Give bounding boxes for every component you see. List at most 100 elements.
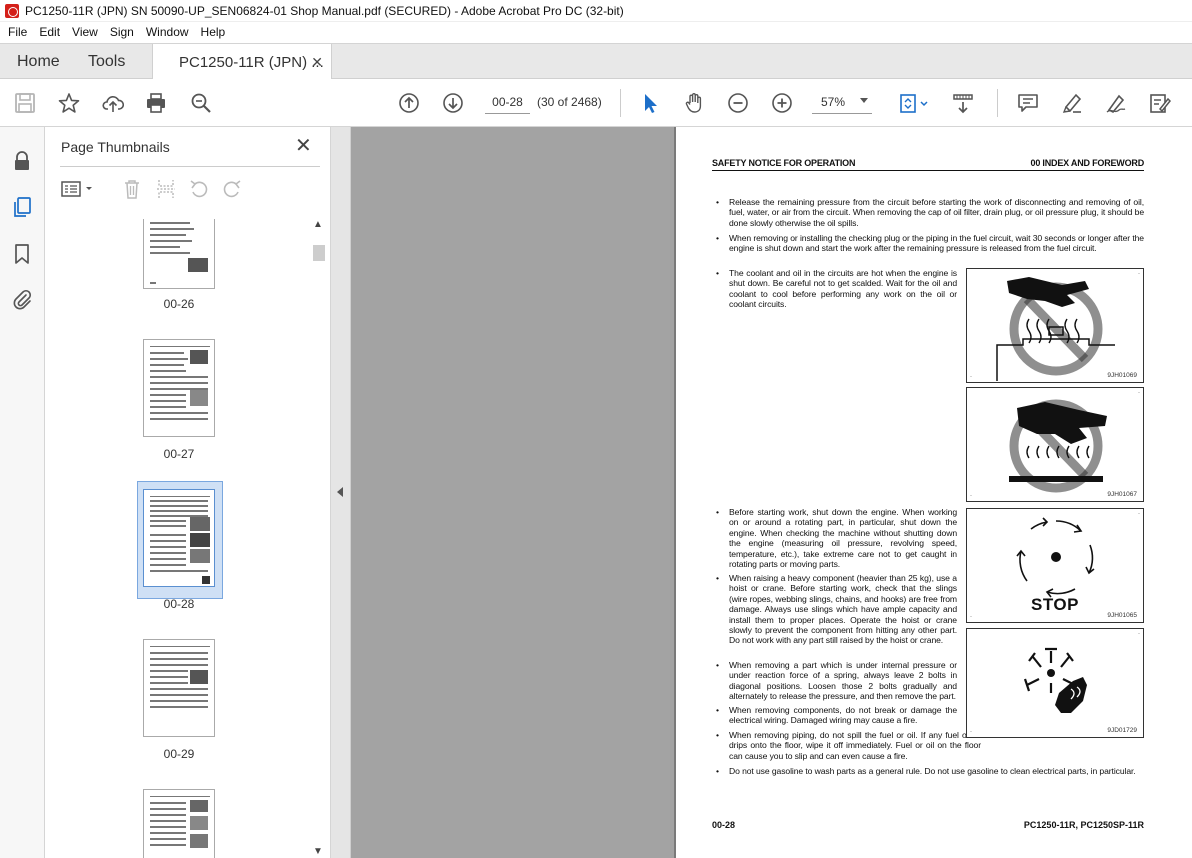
figure-spring-pressure: · 9JD01729 · xyxy=(966,628,1144,738)
delete-page-icon[interactable] xyxy=(120,177,144,201)
figure-caption: 9JD01729 xyxy=(1107,727,1137,734)
pdf-page: SAFETY NOTICE FOR OPERATION 00 INDEX AND… xyxy=(676,127,1192,858)
thumbnails-panel: Page Thumbnails ✕ 00-26 00-27 00-28 00-2… xyxy=(45,127,331,858)
page-thumbnail-selected[interactable] xyxy=(143,489,215,587)
highlight-pen-icon[interactable] xyxy=(1060,91,1084,115)
figure-hot-surface-warning: · 9JH01069 · xyxy=(966,268,1144,383)
attachments-paperclip-icon[interactable] xyxy=(10,287,34,311)
thumbnail-label: 00-27 xyxy=(163,447,195,461)
panel-title: Page Thumbnails xyxy=(61,139,170,155)
menu-bar: File Edit View Sign Window Help xyxy=(0,22,1192,42)
page-footer-number: 00-28 xyxy=(712,820,736,830)
figure-rotating-stop: · STOP 9JH01065 · xyxy=(966,508,1144,623)
bullet-item: • Release the remaining pressure from the… xyxy=(716,197,1144,228)
tab-document[interactable]: PC1250-11R (JPN) ... ✕ xyxy=(152,44,332,80)
previous-page-gray-area xyxy=(351,127,674,858)
bullet-item: • Do not use gasoline to wash parts as a … xyxy=(716,766,1136,776)
panel-divider xyxy=(60,166,320,167)
comment-icon[interactable] xyxy=(1016,91,1040,115)
page-thumbnail[interactable] xyxy=(143,339,215,437)
thumbnail-label: 00-26 xyxy=(163,297,195,311)
print-icon[interactable] xyxy=(144,91,168,115)
menu-sign[interactable]: Sign xyxy=(104,25,140,39)
stop-label: STOP xyxy=(1031,595,1079,614)
bullet-item: • When removing piping, do not spill the … xyxy=(716,730,981,761)
collapse-panel-handle[interactable] xyxy=(331,127,351,858)
figure-hot-heat-warning: · 9JH01067 · xyxy=(966,387,1144,502)
bookmarks-icon[interactable] xyxy=(10,242,34,266)
bookmark-star-icon[interactable] xyxy=(57,91,81,115)
page-thumbnail[interactable] xyxy=(143,639,215,737)
page-thumbnail[interactable] xyxy=(143,789,215,858)
main-toolbar: 00-28 (30 of 2468) 57% xyxy=(0,79,1192,127)
page-header-section: 00 INDEX AND FOREWORD xyxy=(1030,158,1145,168)
bullet-item: • When removing a part which is under int… xyxy=(716,660,957,702)
thumbnail-list: 00-26 00-27 00-28 00-29 xyxy=(45,219,313,858)
bullet-item: • The coolant and oil in the circuits are… xyxy=(716,268,957,310)
thumbnail-label: 00-29 xyxy=(163,747,195,761)
panel-close-icon[interactable]: ✕ xyxy=(295,136,312,156)
scroll-down-arrow-icon[interactable]: ▼ xyxy=(313,846,323,858)
menu-edit[interactable]: Edit xyxy=(33,25,66,39)
thumbnail-scrollbar[interactable]: ▲ ▼ xyxy=(312,219,325,858)
figure-caption: 9JH01065 xyxy=(1107,612,1137,619)
toolbar-divider xyxy=(620,89,621,117)
tab-close-icon[interactable]: ✕ xyxy=(311,54,323,71)
tab-home[interactable]: Home xyxy=(17,44,60,80)
title-bar: PC1250-11R (JPN) SN 50090-UP_SEN06824-01… xyxy=(0,0,1192,22)
bullet-item: • Before starting work, shut down the eng… xyxy=(716,507,957,570)
acrobat-window: PC1250-11R (JPN) SN 50090-UP_SEN06824-01… xyxy=(0,0,1192,858)
zoom-in-icon[interactable] xyxy=(770,91,794,115)
tab-bar: Home Tools PC1250-11R (JPN) ... ✕ xyxy=(0,43,1192,80)
page-header-title: SAFETY NOTICE FOR OPERATION xyxy=(712,158,856,168)
zoom-level-value: 57% xyxy=(821,95,846,109)
toolbar-divider xyxy=(997,89,998,117)
rotate-right-icon[interactable] xyxy=(220,177,244,201)
edit-pdf-icon[interactable] xyxy=(1148,91,1172,115)
page-number-input[interactable]: 00-28 xyxy=(485,91,530,114)
scrollbar-thumb[interactable] xyxy=(313,245,325,261)
previous-page-icon[interactable] xyxy=(397,91,421,115)
menu-file[interactable]: File xyxy=(0,25,33,39)
thumbnail-options-menu[interactable] xyxy=(60,177,96,201)
chevron-down-icon xyxy=(860,98,868,103)
navigation-rail xyxy=(0,127,45,858)
scroll-up-arrow-icon[interactable]: ▲ xyxy=(313,219,323,231)
window-title: PC1250-11R (JPN) SN 50090-UP_SEN06824-01… xyxy=(25,3,624,18)
tab-document-label: PC1250-11R (JPN) ... xyxy=(179,53,324,71)
menu-window[interactable]: Window xyxy=(140,25,195,39)
figure-caption: 9JH01069 xyxy=(1107,372,1137,379)
menu-view[interactable]: View xyxy=(66,25,104,39)
bullet-item: • When removing or installing the checkin… xyxy=(716,233,1144,254)
bullet-item: • When removing components, do not break … xyxy=(716,705,957,726)
page-count: (30 of 2468) xyxy=(537,95,602,109)
scroll-mode-icon[interactable] xyxy=(951,91,975,115)
page-thumbnails-icon[interactable] xyxy=(10,195,34,219)
collapse-left-arrow-icon xyxy=(337,487,343,497)
page-footer-model: PC1250-11R, PC1250SP-11R xyxy=(1023,820,1144,830)
tab-tools[interactable]: Tools xyxy=(88,44,125,80)
zoom-level-select[interactable]: 57% xyxy=(812,91,872,114)
select-cursor-icon[interactable] xyxy=(638,91,662,115)
next-page-icon[interactable] xyxy=(441,91,465,115)
save-icon[interactable] xyxy=(13,91,37,115)
pressure-release-burst-icon xyxy=(1023,647,1087,713)
menu-help[interactable]: Help xyxy=(195,25,232,39)
lock-icon[interactable] xyxy=(10,149,34,173)
zoom-out-icon[interactable] xyxy=(726,91,750,115)
rotate-left-icon[interactable] xyxy=(187,177,211,201)
header-rule xyxy=(712,170,1144,171)
no-touch-hot-oil-icon xyxy=(996,277,1115,381)
no-touch-heat-icon xyxy=(1009,399,1107,493)
page-thumbnail[interactable] xyxy=(143,219,215,289)
upload-cloud-icon[interactable] xyxy=(101,91,125,115)
page-fit-icon[interactable] xyxy=(897,91,931,115)
extract-page-icon[interactable] xyxy=(154,177,178,201)
zoom-search-icon[interactable] xyxy=(189,91,213,115)
hand-tool-icon[interactable] xyxy=(682,91,706,115)
bullet-item: • When raising a heavy component (heavier… xyxy=(716,573,957,646)
figure-caption: 9JH01067 xyxy=(1107,491,1137,498)
thumbnail-label: 00-28 xyxy=(163,597,195,611)
acrobat-app-icon xyxy=(5,3,19,18)
sign-pen-icon[interactable] xyxy=(1104,91,1128,115)
